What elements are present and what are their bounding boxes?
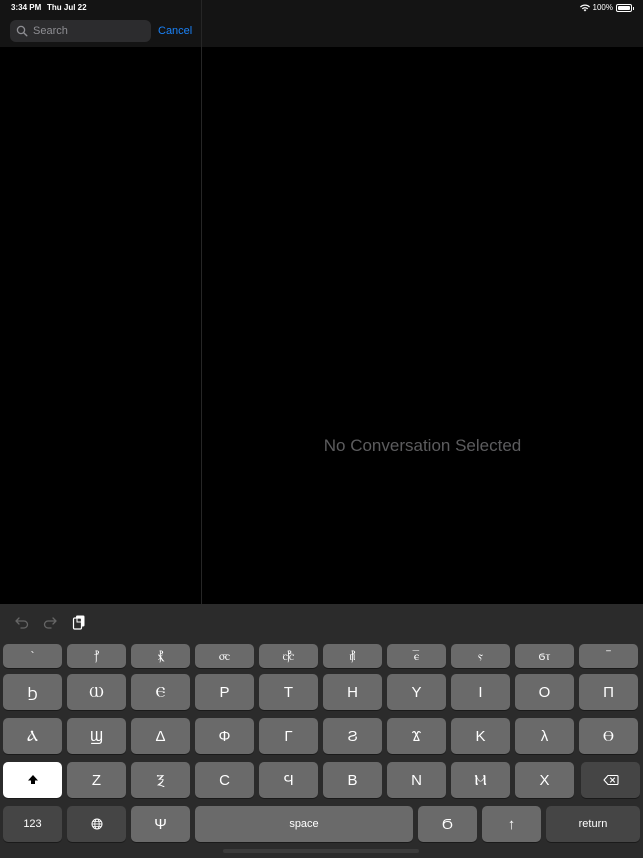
key-up-arrow[interactable]: ↑ xyxy=(482,806,541,842)
key-row3-3[interactable]: Ϥ xyxy=(259,762,318,798)
key-row1-3[interactable]: P xyxy=(195,674,254,710)
search-input[interactable] xyxy=(31,24,145,38)
key-row1-1[interactable]: Ⲱ xyxy=(67,674,126,710)
key-row2-8[interactable]: λ xyxy=(515,718,574,754)
key-row2-3[interactable]: Φ xyxy=(195,718,254,754)
empty-state-message: No Conversation Selected xyxy=(323,436,522,455)
key-row1-7[interactable]: I xyxy=(451,674,510,710)
search-field[interactable] xyxy=(10,20,151,42)
key-row3-0[interactable]: Ζ xyxy=(67,762,126,798)
key-row3-1[interactable]: Ⲝ xyxy=(131,762,190,798)
undo-icon[interactable] xyxy=(14,614,30,630)
key-row1-4[interactable]: T xyxy=(259,674,318,710)
key-psi[interactable]: Ψ xyxy=(131,806,190,842)
key-row1-2[interactable]: Ⲉ xyxy=(131,674,190,710)
keyboard-toolbar xyxy=(0,604,643,640)
key-symbol-4[interactable]: ⳧ xyxy=(259,644,318,668)
key-janja[interactable]: Ϭ xyxy=(418,806,477,842)
key-row3-4[interactable]: B xyxy=(323,762,382,798)
key-row1-0[interactable]: Ϧ xyxy=(3,674,62,710)
key-symbol-3[interactable]: ⳪ xyxy=(195,644,254,668)
key-symbol-1[interactable]: ⳨ xyxy=(67,644,126,668)
key-row2-0[interactable]: Ⲁ xyxy=(3,718,62,754)
key-row2-1[interactable]: Ϣ xyxy=(67,718,126,754)
key-symbol-8[interactable]: ϭⲧ xyxy=(515,644,574,668)
key-row1-5[interactable]: H xyxy=(323,674,382,710)
key-symbol-2[interactable]: ⳩ xyxy=(131,644,190,668)
key-row1-8[interactable]: O xyxy=(515,674,574,710)
key-symbol-9[interactable]: ‾ xyxy=(579,644,638,668)
cancel-button[interactable]: Cancel xyxy=(158,25,192,37)
shift-key[interactable] xyxy=(3,762,62,798)
key-row2-9[interactable]: Ⲑ xyxy=(579,718,638,754)
split-divider xyxy=(201,0,202,604)
redo-icon[interactable] xyxy=(42,614,58,630)
key-row3-5[interactable]: N xyxy=(387,762,446,798)
detail-header xyxy=(202,0,643,47)
key-row2-7[interactable]: K xyxy=(451,718,510,754)
shift-icon xyxy=(27,775,38,784)
delete-icon xyxy=(602,774,619,786)
space-key[interactable]: space xyxy=(195,806,413,842)
globe-icon xyxy=(91,818,102,830)
key-symbol-6[interactable]: ⲉ̅ xyxy=(387,644,446,668)
numbers-key[interactable]: 123 xyxy=(3,806,62,842)
home-indicator[interactable] xyxy=(223,849,419,853)
key-symbol-7[interactable]: ⲋ xyxy=(451,644,510,668)
key-row1-9[interactable]: Π xyxy=(579,674,638,710)
key-row3-7[interactable]: X xyxy=(515,762,574,798)
key-row2-6[interactable]: Ϫ xyxy=(387,718,446,754)
search-icon xyxy=(16,25,28,37)
globe-key[interactable] xyxy=(67,806,126,842)
return-key[interactable]: return xyxy=(546,806,640,842)
key-row2-4[interactable]: Γ xyxy=(259,718,318,754)
paste-icon[interactable] xyxy=(71,614,87,630)
key-row2-2[interactable]: Δ xyxy=(131,718,190,754)
keyboard: ` ⳨ ⳩ ⳪ ⳧ ⳦ ⲉ̅ ⲋ ϭⲧ ‾ ϦⲰⲈPTHYIOΠ ⲀϢΔΦΓϨϪKλⲐ ΖⲜCϤB… xyxy=(0,604,643,858)
delete-key[interactable] xyxy=(581,762,640,798)
key-row3-6[interactable]: Ⲙ xyxy=(451,762,510,798)
key-symbol-0[interactable]: ` xyxy=(3,644,62,668)
key-row3-2[interactable]: C xyxy=(195,762,254,798)
key-row1-6[interactable]: Y xyxy=(387,674,446,710)
key-symbol-5[interactable]: ⳦ xyxy=(323,644,382,668)
key-row2-5[interactable]: Ϩ xyxy=(323,718,382,754)
